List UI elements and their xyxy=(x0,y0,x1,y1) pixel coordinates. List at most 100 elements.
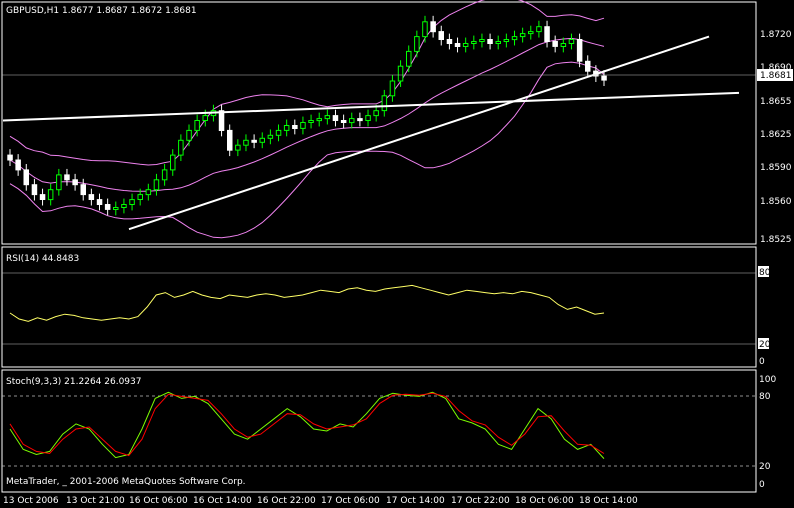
candle-body xyxy=(487,39,493,44)
candle-body xyxy=(568,39,575,44)
candle-body xyxy=(397,65,404,82)
stoch-panel-title: Stoch(9,3,3) 21.2264 26.0937 xyxy=(6,377,141,387)
candle-body xyxy=(332,115,339,121)
candle-body xyxy=(438,31,444,41)
price-label: 1.8525 xyxy=(760,235,792,245)
rsi-level-label: 20 xyxy=(759,340,771,350)
stoch-level-label: 0 xyxy=(759,480,765,490)
time-label: 17 Oct 06:00 xyxy=(321,496,380,506)
candle-body xyxy=(251,139,257,143)
candle-body xyxy=(275,129,282,136)
candle-body xyxy=(585,60,591,72)
candle-body xyxy=(300,122,306,129)
candle-body xyxy=(145,189,152,196)
candle-body xyxy=(552,41,558,47)
time-label: 18 Oct 14:00 xyxy=(579,496,638,506)
candle-body xyxy=(218,110,225,131)
candle-body xyxy=(80,184,86,196)
stoch-level-label: 80 xyxy=(759,392,771,402)
candle-body xyxy=(357,118,363,122)
candle-body xyxy=(365,115,371,121)
price-label: 1.8590 xyxy=(760,163,792,173)
trading-chart[interactable]: 1.8681 GBPUSD,H1 1.8677 1.8687 1.8672 1.… xyxy=(0,0,794,508)
price-label: 1.8560 xyxy=(760,197,792,207)
candle-body xyxy=(511,36,518,41)
rsi-level-label: 0 xyxy=(759,357,765,367)
candle-body xyxy=(324,115,331,120)
candle-body xyxy=(7,154,13,161)
candle-body xyxy=(194,120,200,131)
candle-body xyxy=(519,33,526,38)
time-label: 16 Oct 06:00 xyxy=(129,496,188,506)
candle-body xyxy=(292,125,298,129)
candle-body xyxy=(243,139,249,146)
candle-body xyxy=(422,21,428,38)
candle-body xyxy=(283,125,290,131)
candle-body xyxy=(15,159,21,171)
candle-body xyxy=(39,194,46,201)
stoch-level-label: 100 xyxy=(759,375,776,385)
price-label: 1.8625 xyxy=(760,130,792,140)
candle-body xyxy=(178,139,184,156)
rsi-level-label: 80 xyxy=(759,268,771,278)
candle-body xyxy=(31,184,38,196)
candle-body xyxy=(381,95,388,112)
time-label: 13 Oct 2006 xyxy=(3,496,59,506)
copyright-text: MetaTrader, _ 2001-2006 MetaQuotes Softw… xyxy=(6,477,246,487)
candle-body xyxy=(104,204,111,210)
price-label: 1.8655 xyxy=(760,97,792,107)
candle-body xyxy=(56,174,62,191)
candle-body xyxy=(536,26,542,33)
candle-body xyxy=(186,129,192,141)
chart-background xyxy=(0,0,794,508)
candle-body xyxy=(479,39,485,42)
time-label: 18 Oct 06:00 xyxy=(515,496,574,506)
rsi-panel-title: RSI(14) 44.8483 xyxy=(6,254,79,264)
candle-body xyxy=(454,43,461,47)
candle-body xyxy=(170,154,176,171)
candle-body xyxy=(308,120,314,123)
candle-body xyxy=(72,179,78,186)
candle-body xyxy=(316,118,322,122)
time-label: 13 Oct 21:00 xyxy=(66,496,125,506)
candle-body xyxy=(113,207,119,210)
candle-body xyxy=(88,194,95,201)
main-panel-title: GBPUSD,H1 1.8677 1.8687 1.8672 1.8681 xyxy=(6,6,197,16)
candle-body xyxy=(389,80,396,97)
candle-body xyxy=(471,41,477,44)
candle-body xyxy=(235,144,241,151)
candle-body xyxy=(544,26,550,43)
candle-body xyxy=(373,110,379,117)
candle-body xyxy=(503,39,510,42)
candle-body xyxy=(161,169,168,181)
candle-body xyxy=(340,120,347,123)
candle-body xyxy=(446,39,453,44)
candle-body xyxy=(259,137,265,143)
candle-body xyxy=(267,134,274,139)
price-label: 1.8690 xyxy=(760,63,792,73)
candle-body xyxy=(96,199,103,206)
candle-body xyxy=(23,169,29,186)
candle-body xyxy=(153,179,160,191)
candle-body xyxy=(129,199,135,206)
candle-body xyxy=(414,36,420,52)
candle-body xyxy=(430,21,436,33)
time-label: 17 Oct 14:00 xyxy=(386,496,445,506)
candle-body xyxy=(202,115,208,121)
candle-body xyxy=(121,204,127,208)
candle-body xyxy=(47,189,54,201)
time-label: 16 Oct 14:00 xyxy=(193,496,252,506)
candle-body xyxy=(576,39,583,62)
candle-body xyxy=(601,75,607,81)
candle-body xyxy=(495,41,501,44)
stoch-level-label: 20 xyxy=(759,462,771,472)
candle-body xyxy=(137,194,143,201)
candle-body xyxy=(462,43,469,47)
time-label: 17 Oct 22:00 xyxy=(451,496,510,506)
candle-body xyxy=(528,31,534,35)
price-label: 1.8720 xyxy=(760,30,792,40)
candle-body xyxy=(227,129,233,151)
candle-body xyxy=(406,50,412,67)
candle-body xyxy=(560,43,567,47)
candle-body xyxy=(349,118,355,124)
